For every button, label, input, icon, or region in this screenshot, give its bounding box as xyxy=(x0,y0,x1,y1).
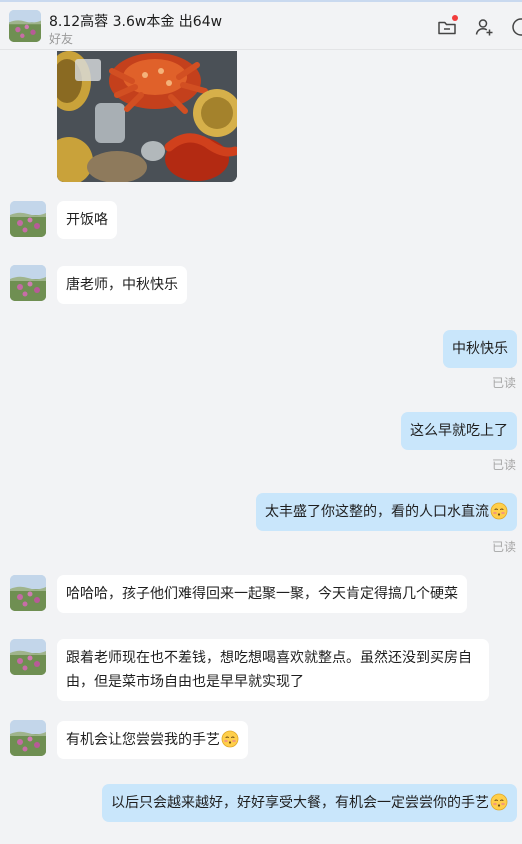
message-bubble-outgoing[interactable]: 这么早就吃上了 xyxy=(401,412,517,450)
contact-avatar[interactable] xyxy=(10,201,46,237)
read-status: 已读 xyxy=(491,458,516,472)
read-status: 已读 xyxy=(491,540,516,554)
shy-emoji-icon xyxy=(221,730,239,748)
contact-avatar[interactable] xyxy=(9,10,41,42)
message-text: 太丰盛了你这整的，看的人口水直流 xyxy=(265,504,489,520)
shy-emoji-icon xyxy=(490,502,508,520)
shy-emoji-icon xyxy=(490,793,508,811)
message-text: 以后只会越来越好，好好享受大餐，有机会一定尝尝你的手艺 xyxy=(111,795,489,811)
message-bubble-incoming[interactable]: 有机会让您尝尝我的手艺 xyxy=(57,721,248,759)
contact-avatar[interactable] xyxy=(10,265,46,301)
read-status: 已读 xyxy=(491,376,516,390)
message-bubble-incoming[interactable]: 唐老师，中秋快乐 xyxy=(57,266,187,304)
message-bubble-incoming[interactable]: 哈哈哈，孩子他们难得回来一起聚一聚，今天肯定得搞几个硬菜 xyxy=(57,575,467,613)
message-bubble-outgoing[interactable]: 中秋快乐 xyxy=(443,330,517,368)
message-bubble-incoming[interactable]: 跟着老师现在也不差钱，想吃想喝喜欢就整点。虽然还没到买房自由，但是菜市场自由也是… xyxy=(57,639,489,701)
contact-avatar[interactable] xyxy=(10,720,46,756)
message-bubble-outgoing[interactable]: 太丰盛了你这整的，看的人口水直流 xyxy=(256,493,517,531)
chat-subtitle: 好友 xyxy=(49,32,74,46)
notification-dot xyxy=(452,15,458,21)
chat-image-crab-feast[interactable] xyxy=(57,51,237,182)
add-user-icon[interactable] xyxy=(473,16,495,38)
message-bubble-incoming[interactable]: 开饭咯 xyxy=(57,201,117,239)
chat-title: 8.12高蓉 3.6w本金 出64w xyxy=(49,14,223,30)
message-text: 有机会让您尝尝我的手艺 xyxy=(66,732,220,748)
contact-avatar[interactable] xyxy=(10,575,46,611)
folder-icon[interactable] xyxy=(436,15,458,38)
contact-avatar[interactable] xyxy=(10,639,46,675)
message-bubble-outgoing[interactable]: 以后只会越来越好，好好享受大餐，有机会一定尝尝你的手艺 xyxy=(102,784,517,822)
more-icon[interactable] xyxy=(510,16,522,38)
chat-header: 8.12高蓉 3.6w本金 出64w 好友 xyxy=(0,0,522,50)
